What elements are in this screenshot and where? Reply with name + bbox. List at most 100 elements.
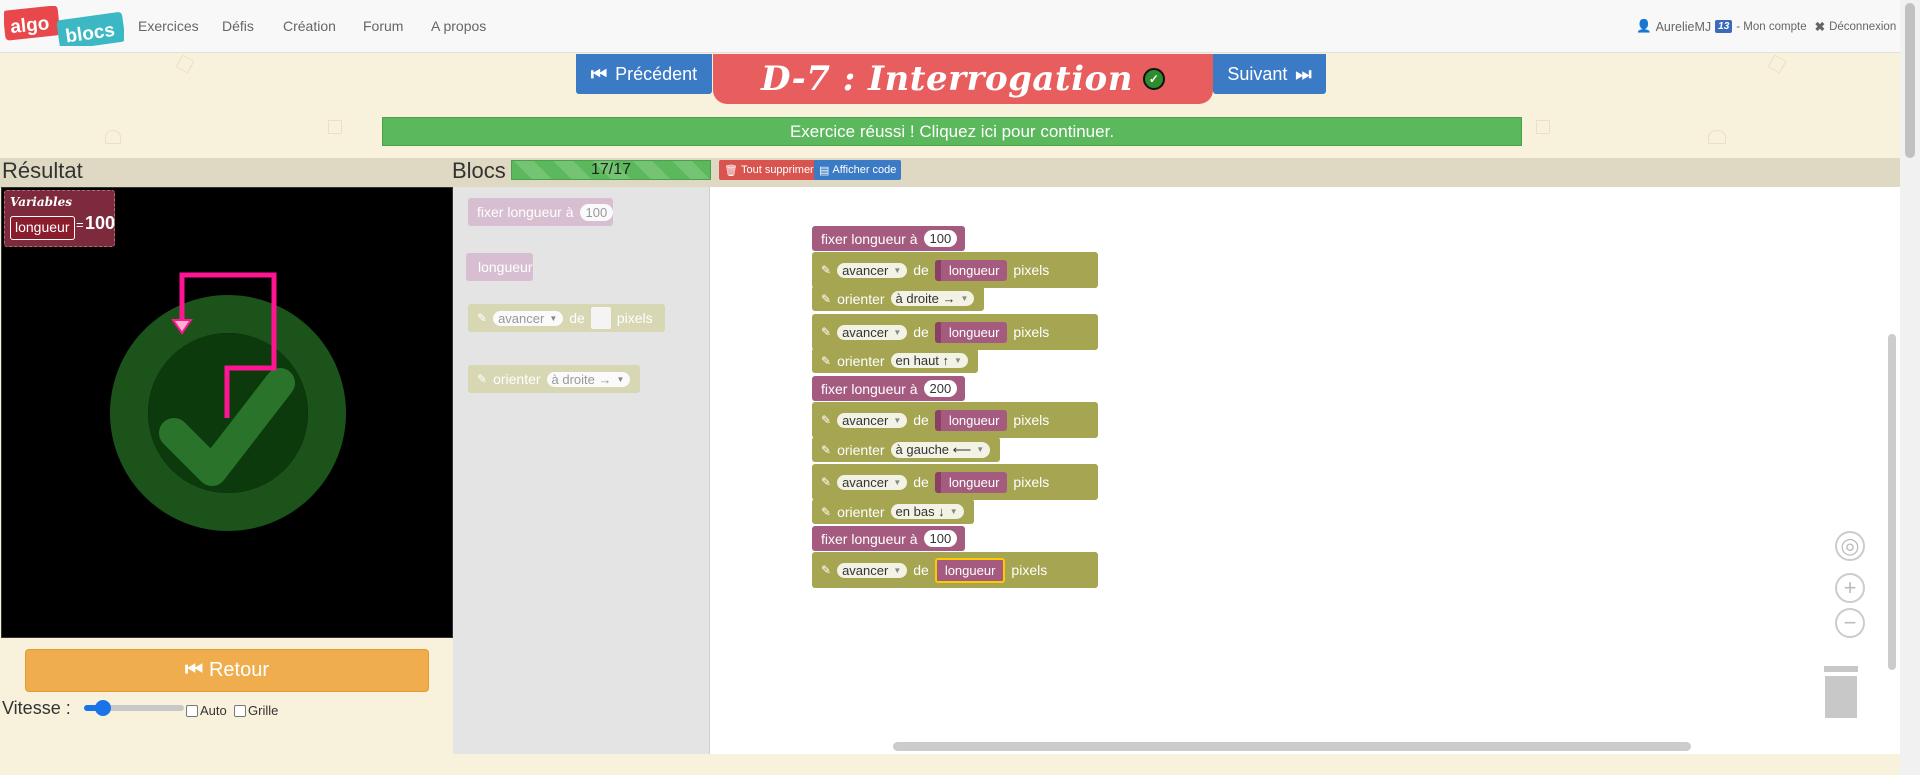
speed-slider[interactable] bbox=[84, 700, 184, 716]
level-badge: 13 bbox=[1715, 20, 1733, 33]
move-dropdown[interactable]: avancer ▼ bbox=[837, 262, 908, 278]
pencil-icon: ✎ bbox=[821, 563, 832, 577]
set-length-block[interactable]: fixer longueur à 100 bbox=[812, 526, 966, 551]
move-dropdown[interactable]: avancer ▼ bbox=[837, 474, 908, 490]
clear-all-button[interactable]: 🗑 Tout supprimer bbox=[719, 160, 819, 180]
direction-dropdown[interactable]: à gauche ⟵ ▼ bbox=[890, 441, 991, 458]
de-label: de bbox=[913, 474, 929, 490]
user-menu: 👤 AurelieMJ 13 - Mon compte ✖ Déconnexio… bbox=[1636, 19, 1896, 34]
set-length-block[interactable]: fixer longueur à 200 bbox=[812, 376, 966, 401]
move-block[interactable]: ✎ avancer ▼ de longueur pixels bbox=[812, 402, 1098, 438]
variable-longueur[interactable]: longueur bbox=[934, 557, 1006, 583]
retour-button[interactable]: ⏮ Retour bbox=[25, 649, 429, 692]
result-canvas[interactable]: Variables longueur = 100 bbox=[1, 187, 453, 638]
de-label: de bbox=[913, 324, 929, 340]
pencil-icon: ✎ bbox=[477, 372, 488, 386]
user-icon: 👤 bbox=[1636, 19, 1652, 33]
rewind-icon: ⏮ bbox=[184, 659, 203, 681]
drawing bbox=[110, 272, 346, 531]
show-code-button[interactable]: ▤ Afficher code bbox=[814, 160, 902, 180]
auto-checkbox[interactable]: Auto bbox=[186, 703, 227, 718]
variable-longueur[interactable]: longueur bbox=[934, 471, 1008, 493]
pattern-shape bbox=[105, 130, 121, 144]
algobloc-logo[interactable]: algo blocs bbox=[4, 6, 124, 46]
variables-panel: Variables longueur = 100 bbox=[4, 190, 115, 247]
toolbox-variable-block[interactable]: longueur bbox=[466, 253, 533, 281]
orient-block[interactable]: ✎ orienter en haut ↑ ▼ bbox=[812, 348, 978, 373]
workspace-vscroll[interactable] bbox=[1888, 334, 1896, 670]
speed-label: Vitesse : bbox=[2, 698, 71, 718]
nav-creation[interactable]: Création bbox=[283, 18, 336, 34]
logout-link[interactable]: Déconnexion bbox=[1829, 21, 1896, 33]
username[interactable]: AurelieMJ bbox=[1656, 20, 1712, 34]
workspace-hscroll[interactable] bbox=[893, 742, 1691, 751]
pixels-label: pixels bbox=[1013, 324, 1050, 340]
pixels-label: pixels bbox=[1013, 412, 1050, 428]
variable-longueur[interactable]: longueur bbox=[934, 409, 1008, 431]
navbar: algo blocs Exercices Défis Création Foru… bbox=[0, 0, 1900, 53]
progress-bar: 17/17 bbox=[511, 160, 711, 180]
orient-label: orienter bbox=[837, 503, 885, 520]
direction-dropdown[interactable]: en haut ↑ ▼ bbox=[890, 353, 968, 368]
orient-label: orienter bbox=[837, 441, 885, 458]
length-value-field[interactable]: 100 bbox=[923, 530, 958, 547]
success-banner[interactable]: Exercice réussi ! Cliquez ici pour conti… bbox=[382, 117, 1522, 146]
next-button[interactable]: Suivant ⏭ bbox=[1213, 54, 1326, 94]
set-label: fixer longueur à bbox=[821, 380, 918, 397]
skip-back-icon: ⏮ bbox=[590, 63, 608, 84]
length-value-field[interactable]: 200 bbox=[923, 380, 958, 397]
direction-dropdown[interactable]: en bas ↓ ▼ bbox=[890, 504, 964, 519]
set-label: fixer longueur à bbox=[821, 530, 918, 547]
nav-defis[interactable]: Défis bbox=[222, 18, 254, 34]
variable-longueur[interactable]: longueur bbox=[934, 321, 1008, 343]
pattern-shape bbox=[1708, 130, 1726, 144]
zoom-in-icon[interactable]: + bbox=[1835, 573, 1865, 603]
de-label: de bbox=[913, 412, 929, 428]
check-icon: ✓ bbox=[1142, 68, 1165, 90]
zoom-out-icon[interactable]: − bbox=[1835, 608, 1865, 638]
variable-longueur[interactable]: longueur bbox=[934, 259, 1008, 281]
exercise-title: D-7 : Interrogation ✓ bbox=[713, 54, 1213, 104]
move-dropdown[interactable]: avancer ▼ bbox=[837, 324, 908, 340]
move-dropdown[interactable]: avancer ▼ bbox=[837, 412, 908, 428]
previous-button[interactable]: ⏮ Précédent bbox=[576, 54, 712, 94]
nav-apropos[interactable]: A propos bbox=[431, 18, 486, 34]
skip-forward-icon: ⏭ bbox=[1295, 63, 1312, 84]
trash-icon[interactable] bbox=[1822, 666, 1860, 721]
pencil-icon: ✎ bbox=[821, 475, 832, 489]
move-block[interactable]: ✎ avancer ▼ de longueur pixels bbox=[812, 314, 1098, 350]
pixels-label: pixels bbox=[1011, 562, 1048, 578]
toolbox-move-block[interactable]: ✎ avancer ▼ de pixels bbox=[468, 304, 665, 332]
pencil-icon: ✎ bbox=[821, 353, 832, 368]
pencil-icon: ✎ bbox=[477, 311, 488, 325]
page-title: D-7 : Interrogation bbox=[761, 59, 1133, 99]
orient-label: orienter bbox=[837, 352, 885, 369]
orient-label: orienter bbox=[837, 290, 885, 307]
nav-exercices[interactable]: Exercices bbox=[138, 18, 199, 34]
length-value-field[interactable]: 100 bbox=[923, 230, 958, 247]
toolbox-orient-block[interactable]: ✎ orienter à droite → ▼ bbox=[468, 365, 641, 393]
pattern-shape bbox=[1767, 54, 1787, 74]
de-label: de bbox=[913, 562, 929, 578]
pixels-label: pixels bbox=[1013, 474, 1050, 490]
account-link[interactable]: - Mon compte bbox=[1736, 21, 1806, 33]
direction-dropdown[interactable]: à droite → ▼ bbox=[890, 291, 975, 306]
variable-value: 100 bbox=[85, 213, 116, 233]
pattern-shape bbox=[1536, 120, 1550, 134]
move-block[interactable]: ✎ avancer ▼ de longueur pixels bbox=[812, 464, 1098, 500]
pencil-icon: ✎ bbox=[821, 504, 832, 519]
recenter-icon[interactable]: ◎ bbox=[1835, 531, 1865, 561]
orient-block[interactable]: ✎ orienter à droite → ▼ bbox=[812, 286, 985, 311]
move-dropdown[interactable]: avancer ▼ bbox=[837, 562, 908, 578]
page-scrollbar[interactable] bbox=[1900, 0, 1920, 775]
orient-block[interactable]: ✎ orienter en bas ↓ ▼ bbox=[812, 499, 974, 524]
orient-block[interactable]: ✎ orienter à gauche ⟵ ▼ bbox=[812, 437, 1001, 462]
set-length-block[interactable]: fixer longueur à 100 bbox=[812, 226, 966, 251]
pattern-shape bbox=[175, 54, 195, 74]
move-block[interactable]: ✎ avancer ▼ de longueur pixels bbox=[812, 552, 1098, 588]
move-block[interactable]: ✎ avancer ▼ de longueur pixels bbox=[812, 252, 1098, 288]
nav-forum[interactable]: Forum bbox=[363, 18, 403, 34]
toolbox-set-block[interactable]: fixer longueur à 100 bbox=[468, 198, 614, 226]
grid-checkbox[interactable]: Grille bbox=[234, 703, 278, 718]
blocs-heading: Blocs bbox=[452, 158, 506, 183]
